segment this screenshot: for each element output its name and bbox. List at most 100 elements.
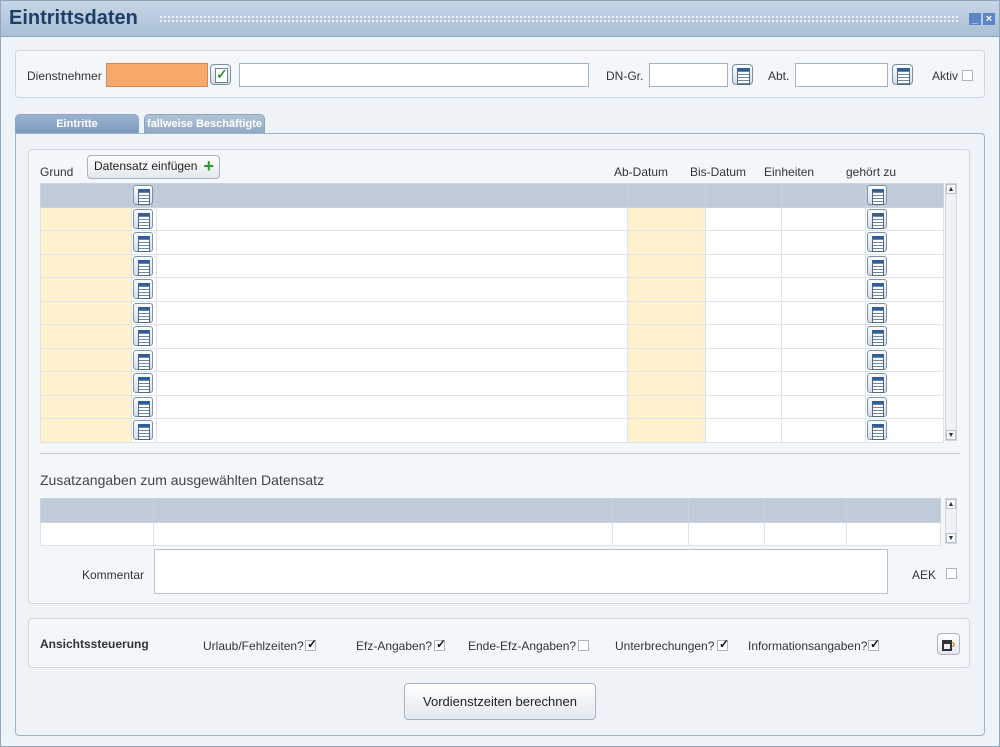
table-cell[interactable] [780, 324, 866, 349]
table-row[interactable] [39, 230, 945, 255]
table-row[interactable] [39, 277, 945, 302]
table-cell[interactable] [39, 183, 133, 208]
table-cell[interactable] [39, 347, 133, 372]
table-cell[interactable] [704, 183, 782, 208]
table-cell[interactable] [155, 418, 628, 443]
table-cell[interactable] [704, 394, 782, 419]
grund-lookup-cell[interactable] [131, 394, 157, 419]
belongs-to-lookup-cell[interactable] [864, 371, 945, 396]
belongs-to-lookup-icon[interactable] [866, 232, 887, 252]
grund-lookup-cell[interactable] [131, 230, 157, 255]
belongs-to-lookup-icon[interactable] [866, 255, 887, 276]
grund-lookup-cell[interactable] [131, 418, 157, 443]
opt-ende-efz-checkbox[interactable] [578, 640, 589, 651]
grund-lookup-icon[interactable] [133, 255, 154, 276]
belongs-to-lookup-icon[interactable] [866, 373, 887, 393]
table-cell[interactable] [39, 206, 133, 231]
table-cell[interactable] [155, 394, 628, 419]
abt-input[interactable] [795, 63, 888, 87]
grund-lookup-icon[interactable] [133, 373, 154, 393]
table-cell[interactable] [626, 394, 706, 419]
belongs-to-lookup-cell[interactable] [864, 347, 945, 372]
zusatz-row[interactable] [40, 521, 941, 546]
table-cell[interactable] [626, 253, 706, 278]
table-row[interactable] [39, 300, 945, 325]
grund-lookup-cell[interactable] [131, 371, 157, 396]
belongs-to-lookup-cell[interactable] [864, 230, 945, 255]
table-cell[interactable] [155, 206, 628, 231]
employee-select-check-icon[interactable] [210, 64, 231, 85]
table-cell[interactable] [780, 371, 866, 396]
grund-lookup-icon[interactable] [133, 349, 154, 370]
table-cell[interactable] [704, 300, 782, 325]
table-cell[interactable] [155, 347, 628, 372]
comment-field[interactable] [154, 549, 888, 594]
belongs-to-lookup-cell[interactable] [864, 324, 945, 349]
employee-number-input[interactable] [106, 63, 208, 87]
table-row[interactable] [39, 206, 945, 231]
opt-efz-checkbox[interactable] [434, 637, 446, 651]
table-cell[interactable] [626, 206, 706, 231]
table-cell[interactable] [780, 300, 866, 325]
table-row[interactable] [39, 347, 945, 372]
table-cell[interactable] [39, 253, 133, 278]
table-cell[interactable] [704, 371, 782, 396]
calc-service-times-button[interactable]: Vordienstzeiten berechnen [404, 683, 596, 720]
table-cell[interactable] [780, 347, 866, 372]
belongs-to-lookup-icon[interactable] [866, 396, 887, 417]
table-cell[interactable] [626, 418, 706, 443]
grund-lookup-cell[interactable] [131, 324, 157, 349]
table-row[interactable] [39, 253, 945, 278]
table-cell[interactable] [626, 347, 706, 372]
zusatz-scroll-up-icon[interactable]: ▲ [946, 499, 956, 509]
table-cell[interactable] [155, 277, 628, 302]
employee-name-field[interactable] [239, 63, 589, 87]
aktiv-checkbox[interactable] [962, 70, 973, 81]
belongs-to-lookup-icon[interactable] [866, 208, 887, 229]
entries-scrollbar[interactable]: ▲ ▼ [945, 183, 957, 441]
table-cell[interactable] [39, 230, 133, 255]
grund-lookup-icon[interactable] [133, 326, 154, 346]
table-row[interactable] [39, 324, 945, 349]
dngr-lookup-icon[interactable] [732, 64, 753, 85]
belongs-to-lookup-icon[interactable] [866, 302, 887, 323]
table-cell[interactable] [780, 277, 866, 302]
tab-eintritte[interactable]: Eintritte [15, 114, 139, 134]
table-row[interactable] [39, 418, 945, 443]
belongs-to-lookup-cell[interactable] [864, 206, 945, 231]
table-cell[interactable] [704, 253, 782, 278]
grund-lookup-cell[interactable] [131, 347, 157, 372]
table-cell[interactable] [626, 371, 706, 396]
table-cell[interactable] [626, 277, 706, 302]
table-cell[interactable] [39, 394, 133, 419]
grund-lookup-icon[interactable] [133, 396, 154, 417]
grund-lookup-cell[interactable] [131, 206, 157, 231]
table-cell[interactable] [155, 300, 628, 325]
belongs-to-lookup-icon[interactable] [866, 279, 887, 299]
abt-lookup-icon[interactable] [892, 64, 913, 85]
table-cell[interactable] [39, 418, 133, 443]
opt-information-checkbox[interactable] [868, 637, 880, 651]
table-cell[interactable] [626, 324, 706, 349]
table-cell[interactable] [626, 230, 706, 255]
table-cell[interactable] [155, 253, 628, 278]
belongs-to-lookup-cell[interactable] [864, 300, 945, 325]
zusatz-scrollbar[interactable]: ▲ ▼ [945, 498, 957, 544]
grund-lookup-icon[interactable] [133, 279, 154, 299]
table-cell[interactable] [39, 300, 133, 325]
table-cell[interactable] [155, 324, 628, 349]
belongs-to-lookup-cell[interactable] [864, 183, 945, 208]
grund-lookup-icon[interactable] [133, 420, 154, 440]
table-row[interactable] [39, 394, 945, 419]
table-cell[interactable] [155, 230, 628, 255]
table-cell[interactable] [704, 206, 782, 231]
belongs-to-lookup-icon[interactable] [866, 349, 887, 370]
zusatz-scroll-down-icon[interactable]: ▼ [946, 533, 956, 543]
save-view-icon[interactable]: › [937, 633, 960, 655]
table-cell[interactable] [626, 300, 706, 325]
table-cell[interactable] [704, 324, 782, 349]
scroll-up-icon[interactable]: ▲ [946, 184, 956, 194]
opt-unterbrechungen-checkbox[interactable] [717, 637, 729, 651]
grund-lookup-icon[interactable] [133, 208, 154, 229]
belongs-to-lookup-cell[interactable] [864, 253, 945, 278]
